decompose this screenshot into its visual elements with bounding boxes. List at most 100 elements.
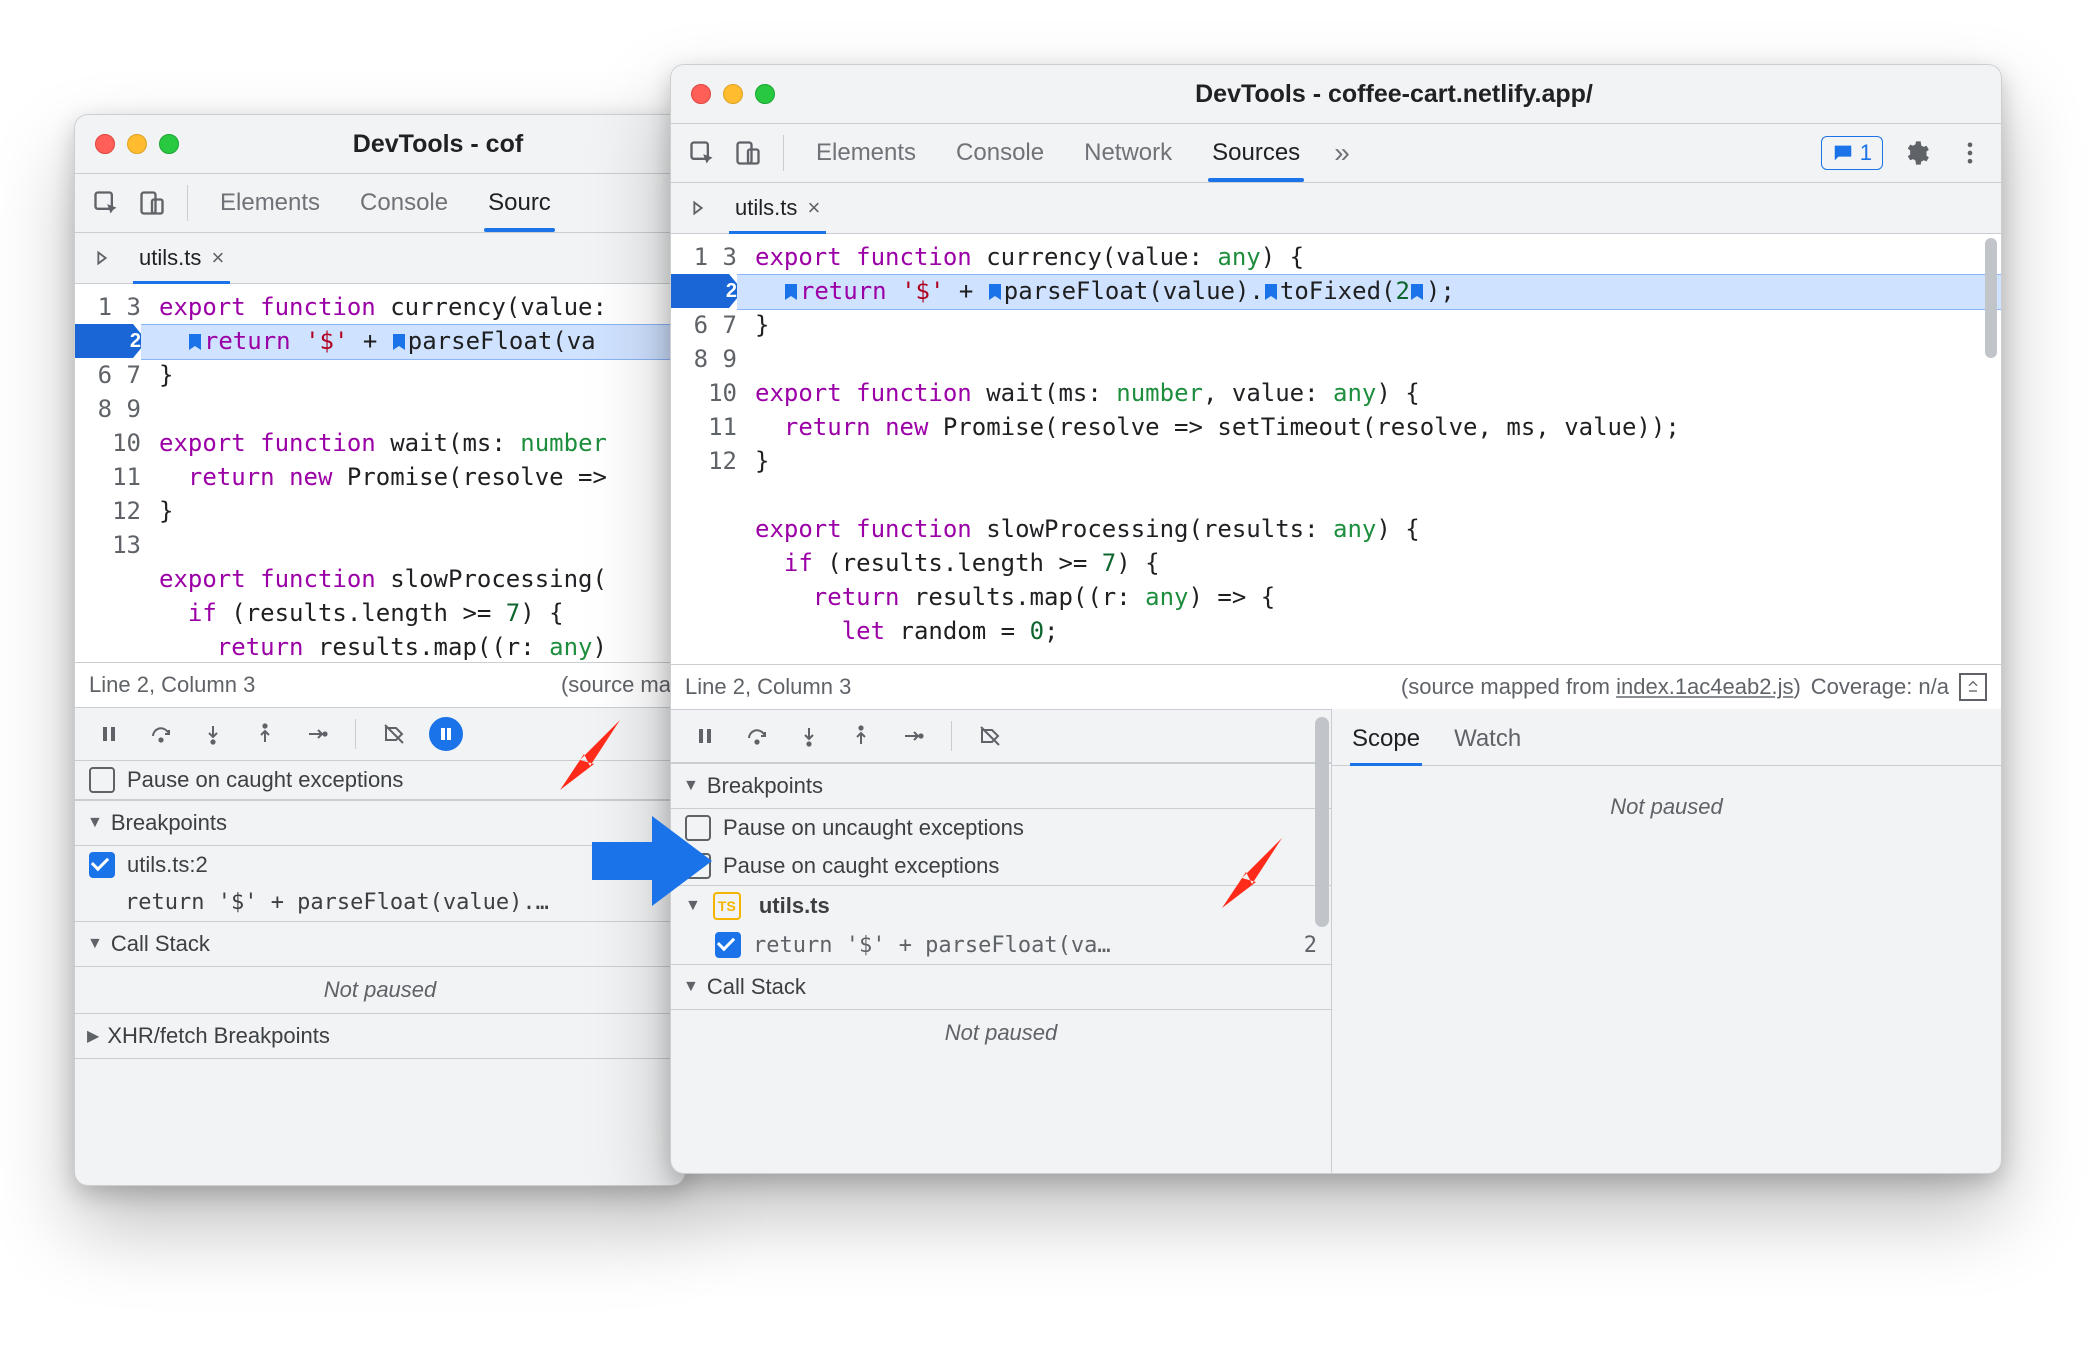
section-breakpoints[interactable]: ▼Breakpoints — [671, 763, 1331, 809]
step-button[interactable] — [891, 716, 935, 756]
deactivate-breakpoints-button[interactable] — [968, 716, 1012, 756]
nav-pane-toggle-icon[interactable] — [677, 197, 719, 219]
step-out-button[interactable] — [839, 716, 883, 756]
code-editor[interactable]: 2 1 3 4 5 6 7 8 9 10 11 12 export functi… — [671, 234, 2001, 664]
section-call-stack[interactable]: ▼Call Stack — [671, 964, 1331, 1010]
chevron-down-icon[interactable]: ▼ — [685, 897, 701, 915]
tab-scope[interactable]: Scope — [1350, 717, 1422, 765]
window-controls — [95, 134, 179, 154]
wrap-toggle-icon[interactable] — [1959, 673, 1987, 701]
section-breakpoints[interactable]: ▼Breakpoints — [75, 800, 685, 846]
window-controls — [691, 84, 775, 104]
breakpoint-label[interactable]: utils.ts:2 — [127, 852, 208, 878]
section-xhr-breakpoints[interactable]: ▶XHR/fetch Breakpoints — [75, 1013, 685, 1059]
coverage-label: Coverage: n/a — [1811, 674, 1949, 700]
close-icon[interactable] — [691, 84, 711, 104]
pause-resume-button[interactable] — [87, 714, 131, 754]
debugger-pane-left: ▼Breakpoints Pause on uncaught exception… — [671, 709, 1332, 1173]
separator — [355, 719, 356, 749]
checkbox[interactable] — [715, 932, 741, 958]
step-into-button[interactable] — [191, 714, 235, 754]
tab-watch[interactable]: Watch — [1452, 717, 1523, 765]
step-out-button[interactable] — [243, 714, 287, 754]
execution-line-marker: 2 — [671, 274, 743, 308]
source-map-note: (source ma — [561, 672, 671, 698]
file-tab-bar: utils.ts × — [671, 183, 2001, 234]
step-into-button[interactable] — [787, 716, 831, 756]
cursor-position: Line 2, Column 3 — [685, 674, 851, 700]
checkbox[interactable] — [685, 815, 711, 841]
separator — [783, 135, 784, 171]
nav-pane-toggle-icon[interactable] — [81, 247, 123, 269]
pause-on-uncaught-label: Pause on uncaught exceptions — [723, 815, 1024, 841]
execution-line-marker: 2 — [75, 324, 147, 358]
pause-on-caught-label: Pause on caught exceptions — [723, 853, 999, 879]
devtools-tabs: Elements Console Sourc — [75, 173, 685, 233]
checkbox[interactable] — [89, 767, 115, 793]
checkbox[interactable] — [685, 853, 711, 879]
file-tab-utils[interactable]: utils.ts × — [721, 183, 834, 233]
file-tab-utils[interactable]: utils.ts × — [125, 233, 238, 283]
issues-badge[interactable]: 1 — [1821, 136, 1883, 170]
debugger-toolbar — [671, 709, 1331, 763]
tab-sources[interactable]: Sourc — [470, 175, 569, 231]
debugger-panels: Pause on caught exceptions ▼Breakpoints … — [75, 761, 685, 1185]
not-paused-label: Not paused — [671, 1010, 1331, 1056]
scrollbar[interactable] — [1315, 713, 1329, 1169]
pause-on-caught-label: Pause on caught exceptions — [127, 767, 403, 793]
scope-watch-pane: Scope Watch Not paused — [1332, 709, 2001, 1173]
settings-gear-icon[interactable] — [1895, 132, 1937, 174]
devtools-window-right: DevTools - coffee-cart.netlify.app/ Elem… — [670, 64, 2002, 1174]
tab-elements[interactable]: Elements — [202, 175, 338, 231]
close-icon[interactable] — [95, 134, 115, 154]
source-map-label: (source mapped from index.1ac4eab2.js) — [1401, 674, 1801, 700]
step-over-button[interactable] — [139, 714, 183, 754]
scope-tabs: Scope Watch — [1332, 709, 2001, 766]
pause-resume-button[interactable] — [683, 716, 727, 756]
more-tabs-icon[interactable]: » — [1334, 137, 1350, 169]
minimize-icon[interactable] — [723, 84, 743, 104]
titlebar[interactable]: DevTools - cof — [75, 115, 685, 173]
inspect-icon[interactable] — [85, 182, 127, 224]
scrollbar[interactable] — [1985, 238, 1997, 358]
devtools-window-left: DevTools - cof Elements Console Sourc ut… — [74, 114, 686, 1186]
more-menu-icon[interactable] — [1949, 132, 1991, 174]
checkbox[interactable] — [89, 852, 115, 878]
device-toolbar-icon[interactable] — [131, 182, 173, 224]
bookmark-icon — [784, 283, 798, 301]
zoom-icon[interactable] — [159, 134, 179, 154]
zoom-icon[interactable] — [755, 84, 775, 104]
code-body[interactable]: export function currency(value: any) { r… — [747, 234, 2001, 664]
close-tab-icon[interactable]: × — [807, 195, 820, 220]
breakpoint-code[interactable]: return '$' + parseFloat(va… — [753, 933, 1111, 958]
window-title: DevTools - coffee-cart.netlify.app/ — [807, 80, 1981, 109]
section-call-stack[interactable]: ▼Call Stack — [75, 921, 685, 967]
code-editor[interactable]: 2 1 3 4 5 6 7 8 9 10 11 12 13 export fun… — [75, 284, 685, 662]
tab-network[interactable]: Network — [1066, 125, 1190, 181]
titlebar[interactable]: DevTools - coffee-cart.netlify.app/ — [671, 65, 2001, 123]
breakpoint-file-label[interactable]: utils.ts — [759, 893, 830, 919]
separator — [187, 185, 188, 221]
editor-status-bar: Line 2, Column 3 (source ma — [75, 662, 685, 707]
deactivate-breakpoints-button[interactable] — [372, 714, 416, 754]
close-tab-icon[interactable]: × — [211, 245, 224, 270]
device-toolbar-icon[interactable] — [727, 132, 769, 174]
bookmark-icon — [188, 333, 202, 351]
editor-status-bar: Line 2, Column 3 (source mapped from ind… — [671, 664, 2001, 709]
step-button[interactable] — [295, 714, 339, 754]
inspect-icon[interactable] — [681, 132, 723, 174]
tab-console[interactable]: Console — [938, 125, 1062, 181]
code-body[interactable]: export function currency(value: return '… — [151, 284, 685, 662]
pause-on-exceptions-button[interactable] — [424, 714, 468, 754]
tab-elements[interactable]: Elements — [798, 125, 934, 181]
separator — [951, 721, 952, 751]
chevron-down-icon: ▼ — [87, 814, 103, 832]
source-map-link[interactable]: index.1ac4eab2.js — [1616, 674, 1793, 699]
typescript-file-icon: TS — [713, 892, 741, 920]
tab-console[interactable]: Console — [342, 175, 466, 231]
minimize-icon[interactable] — [127, 134, 147, 154]
breakpoint-code[interactable]: return '$' + parseFloat(value).… — [125, 890, 549, 915]
tab-sources[interactable]: Sources — [1194, 125, 1318, 181]
not-paused-label: Not paused — [75, 967, 685, 1013]
step-over-button[interactable] — [735, 716, 779, 756]
